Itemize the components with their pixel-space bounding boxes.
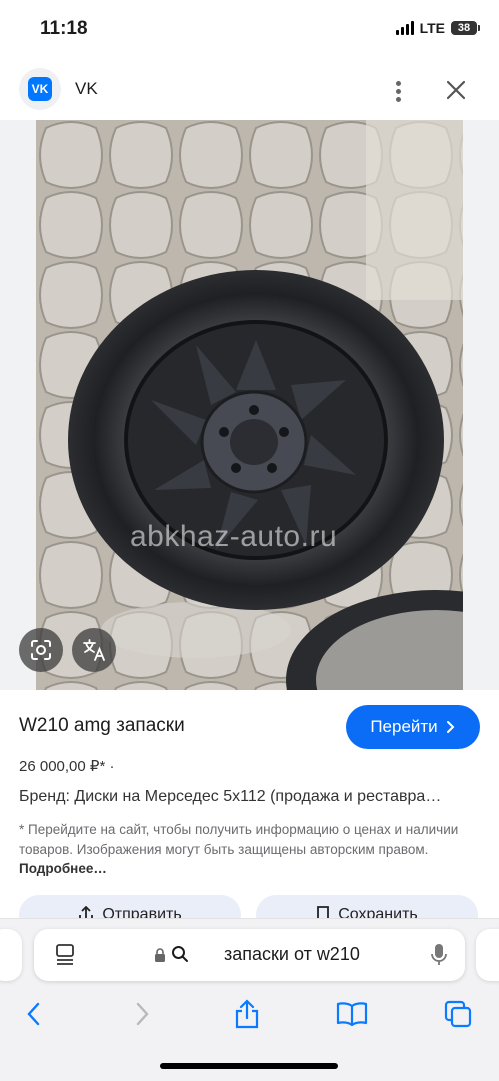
tabs-button[interactable] [438, 999, 478, 1029]
image-watermark: abkhaz-auto.ru [130, 520, 338, 553]
book-icon [336, 1002, 368, 1027]
next-tab-preview[interactable] [476, 929, 499, 981]
address-bar[interactable]: запаски от w210 [34, 929, 465, 981]
lens-icon [31, 640, 51, 660]
translate-button[interactable] [72, 628, 116, 672]
product-image[interactable] [36, 120, 463, 690]
share-icon [235, 999, 259, 1029]
product-title[interactable]: W210 amg запаски [19, 715, 185, 737]
product-price: 26 000,00 ₽* · [19, 758, 115, 775]
chevron-right-icon [136, 1002, 149, 1026]
wheel-photo [36, 120, 463, 690]
home-indicator[interactable] [160, 1063, 338, 1069]
status-bar: 11:18 LTE 38 [0, 0, 499, 56]
share-page-button[interactable] [227, 999, 267, 1029]
battery-icon: 38 [451, 21, 480, 35]
site-favicon: VK [19, 68, 61, 110]
previous-tab-preview[interactable] [0, 929, 22, 981]
browser-toolbar: запаски от w210 [0, 918, 499, 1081]
translate-icon [83, 639, 105, 661]
results-header: VK VK [0, 60, 499, 118]
page-menu-icon[interactable] [54, 943, 76, 967]
copyright-note: * Перейдите на сайт, чтобы получить инфо… [19, 820, 479, 879]
close-button[interactable] [442, 76, 470, 104]
search-icon [172, 946, 188, 962]
close-icon [446, 80, 466, 100]
more-options-button[interactable] [384, 76, 412, 104]
forward-button[interactable] [122, 999, 162, 1029]
vk-logo-icon: VK [28, 77, 52, 101]
search-query: запаски от w210 [224, 944, 360, 964]
network-label: LTE [419, 20, 445, 36]
bookmarks-button[interactable] [332, 999, 372, 1029]
back-button[interactable] [14, 999, 54, 1029]
visit-button-label: Перейти [370, 717, 438, 736]
microphone-icon[interactable] [430, 943, 448, 967]
chevron-left-icon [27, 1002, 40, 1026]
lock-icon [155, 948, 165, 962]
visit-button[interactable]: Перейти [346, 705, 480, 749]
tabs-icon [444, 1000, 472, 1028]
visual-search-button[interactable] [19, 628, 63, 672]
more-vertical-icon [384, 76, 412, 102]
site-name: VK [75, 79, 98, 98]
signal-icon [395, 21, 414, 35]
chevron-right-icon [446, 721, 455, 733]
copyright-note-text: * Перейдите на сайт, чтобы получить инфо… [19, 822, 459, 857]
product-description: Бренд: Диски на Мерседес 5x112 (продажа … [19, 788, 442, 805]
status-indicators: LTE 38 [395, 20, 480, 36]
status-time: 11:18 [40, 18, 88, 39]
more-info-link[interactable]: Подробнее… [19, 861, 107, 876]
